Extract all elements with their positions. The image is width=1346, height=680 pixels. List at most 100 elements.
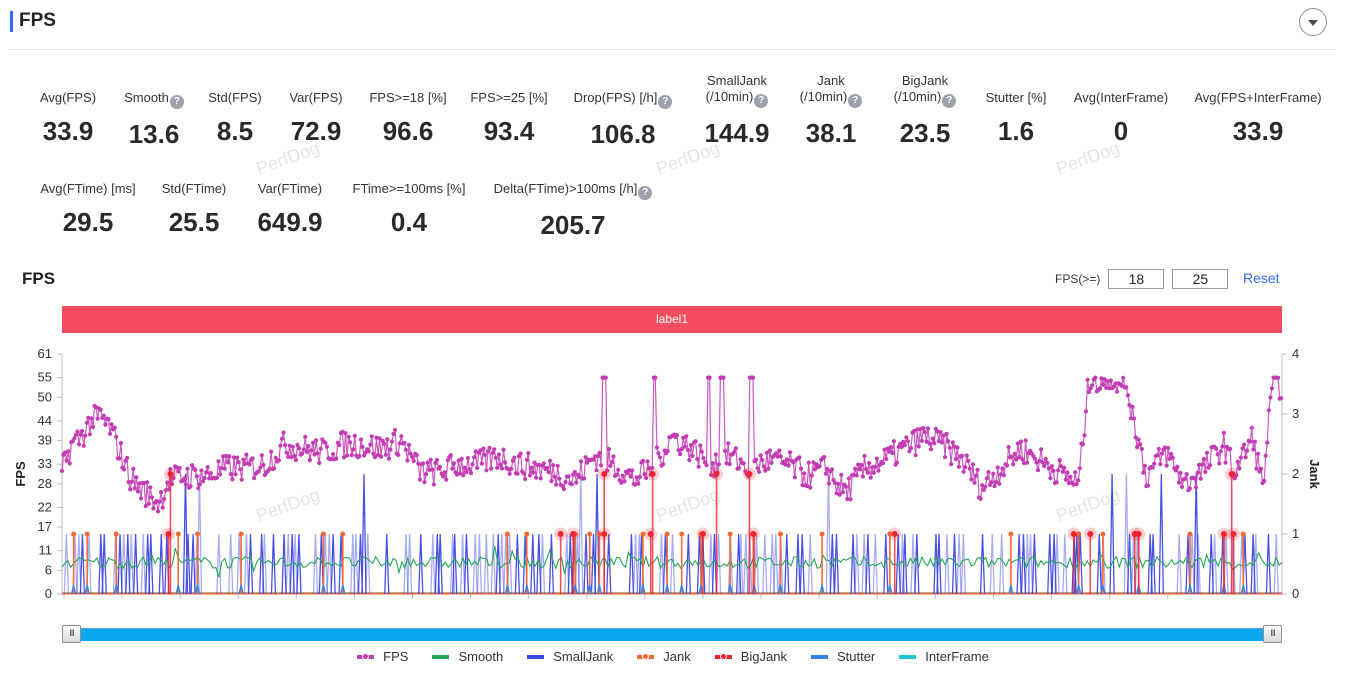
smalljank-spike: [784, 533, 790, 595]
fps-point: [1077, 466, 1082, 471]
fps-point: [383, 452, 388, 457]
legend-item-jank[interactable]: Jank: [637, 649, 691, 664]
fps-point: [283, 443, 288, 448]
fps-point: [891, 439, 897, 444]
fps-point: [420, 461, 426, 466]
x-tick-label: 06:24: [512, 603, 545, 605]
fps-point: [492, 447, 497, 452]
fps-point: [1040, 460, 1045, 465]
fps-point: [157, 499, 162, 504]
fps-point: [1090, 383, 1095, 388]
legend-swatch: [527, 654, 545, 659]
fps-point: [490, 450, 495, 456]
fps-point: [1268, 395, 1273, 400]
fps-point: [938, 430, 943, 435]
fps-point: [346, 434, 351, 439]
fps-point: [1155, 453, 1160, 458]
fps-point: [854, 473, 859, 478]
label-band[interactable]: label1: [62, 306, 1282, 333]
metric-delta-ftime-100ms-h: Delta(FTime)>100ms [/h]? 205.7: [483, 181, 663, 241]
x-tick-label: 12:00: [919, 603, 952, 605]
fps-point: [106, 417, 111, 422]
question-circle-icon[interactable]: ?: [638, 186, 653, 200]
fps-threshold-high-input[interactable]: [1172, 269, 1229, 289]
fps-point: [1065, 470, 1070, 475]
fps-point: [1215, 452, 1220, 457]
y-left-tick-label: 0: [45, 586, 52, 601]
fps-point: [252, 476, 257, 481]
legend-label: BigJank: [740, 649, 787, 664]
chevron-down-circle-icon[interactable]: [1299, 8, 1327, 36]
fps-point: [561, 486, 567, 492]
fps-point: [942, 455, 948, 460]
fps-point: [527, 473, 533, 478]
smalljank-spike: [872, 533, 878, 595]
fps-point: [405, 458, 410, 463]
metric-label-text: Drop(FPS) [/h]: [573, 90, 658, 105]
fps-point: [261, 462, 266, 467]
smalljank-spike: [190, 533, 196, 595]
fps-point: [992, 483, 997, 489]
fps-point: [523, 476, 528, 482]
y-left-tick-label: 50: [38, 389, 52, 404]
legend-item-bigjank[interactable]: BigJank: [714, 649, 787, 664]
fps-point: [950, 440, 955, 445]
slider-handle-left[interactable]: [62, 625, 81, 643]
reset-button[interactable]: Reset: [1243, 270, 1280, 286]
fps-point: [927, 441, 932, 446]
fps-point: [444, 477, 449, 482]
fps-point: [487, 445, 492, 450]
fps-point: [608, 463, 613, 468]
fps-point: [434, 457, 439, 463]
bigjank-point: [1070, 531, 1077, 537]
legend-swatch: [432, 654, 450, 659]
fps-point: [1173, 468, 1178, 473]
fps-point: [1032, 456, 1037, 461]
fps-point: [741, 461, 746, 466]
smalljank-spike: [365, 533, 371, 595]
slider-handle-right[interactable]: [1263, 625, 1282, 643]
fps-point: [1276, 375, 1281, 380]
legend-item-fps[interactable]: FPS: [357, 649, 408, 664]
fps-point: [103, 422, 108, 427]
fps-point: [983, 484, 988, 489]
fps-point: [499, 466, 505, 471]
fps-point: [1076, 478, 1081, 483]
legend-item-smalljank[interactable]: SmallJank: [527, 649, 613, 664]
fps-point: [902, 443, 907, 448]
metric-value: 205.7: [540, 210, 606, 240]
fps-point: [1101, 382, 1106, 387]
fps-point: [107, 431, 113, 436]
fps-point: [148, 485, 153, 490]
fps-threshold-low-input[interactable]: [1108, 269, 1165, 289]
fps-point: [991, 471, 996, 476]
fps-point: [555, 463, 560, 468]
bigjank-point: [167, 471, 174, 477]
fps-point: [109, 422, 114, 427]
fps-point: [701, 456, 706, 461]
fps-point: [716, 462, 722, 467]
time-range-slider[interactable]: [62, 625, 1282, 643]
fps-point: [622, 479, 627, 484]
smalljank-spike: [850, 533, 856, 595]
bigjank-point: [750, 531, 757, 537]
legend-item-smooth[interactable]: Smooth: [432, 649, 503, 664]
fps-point: [1139, 446, 1144, 452]
bigjank-point: [649, 471, 656, 477]
fps-point: [411, 458, 416, 463]
fps-point: [1025, 460, 1030, 465]
fps-point: [797, 455, 802, 460]
fps-point: [369, 434, 374, 439]
fps-point: [424, 472, 429, 477]
fps-point: [798, 466, 804, 471]
legend-item-interframe[interactable]: InterFrame: [899, 649, 989, 664]
fps-point: [784, 457, 790, 462]
fps-point: [479, 461, 484, 466]
legend-item-stutter[interactable]: Stutter: [810, 649, 875, 664]
fps-point: [496, 452, 501, 457]
jank-point: [238, 531, 244, 537]
slider-track[interactable]: [72, 628, 1272, 641]
x-tick-label: 04:00: [338, 603, 371, 605]
fps-point: [345, 453, 350, 458]
y-left-tick-label: 11: [39, 543, 53, 558]
